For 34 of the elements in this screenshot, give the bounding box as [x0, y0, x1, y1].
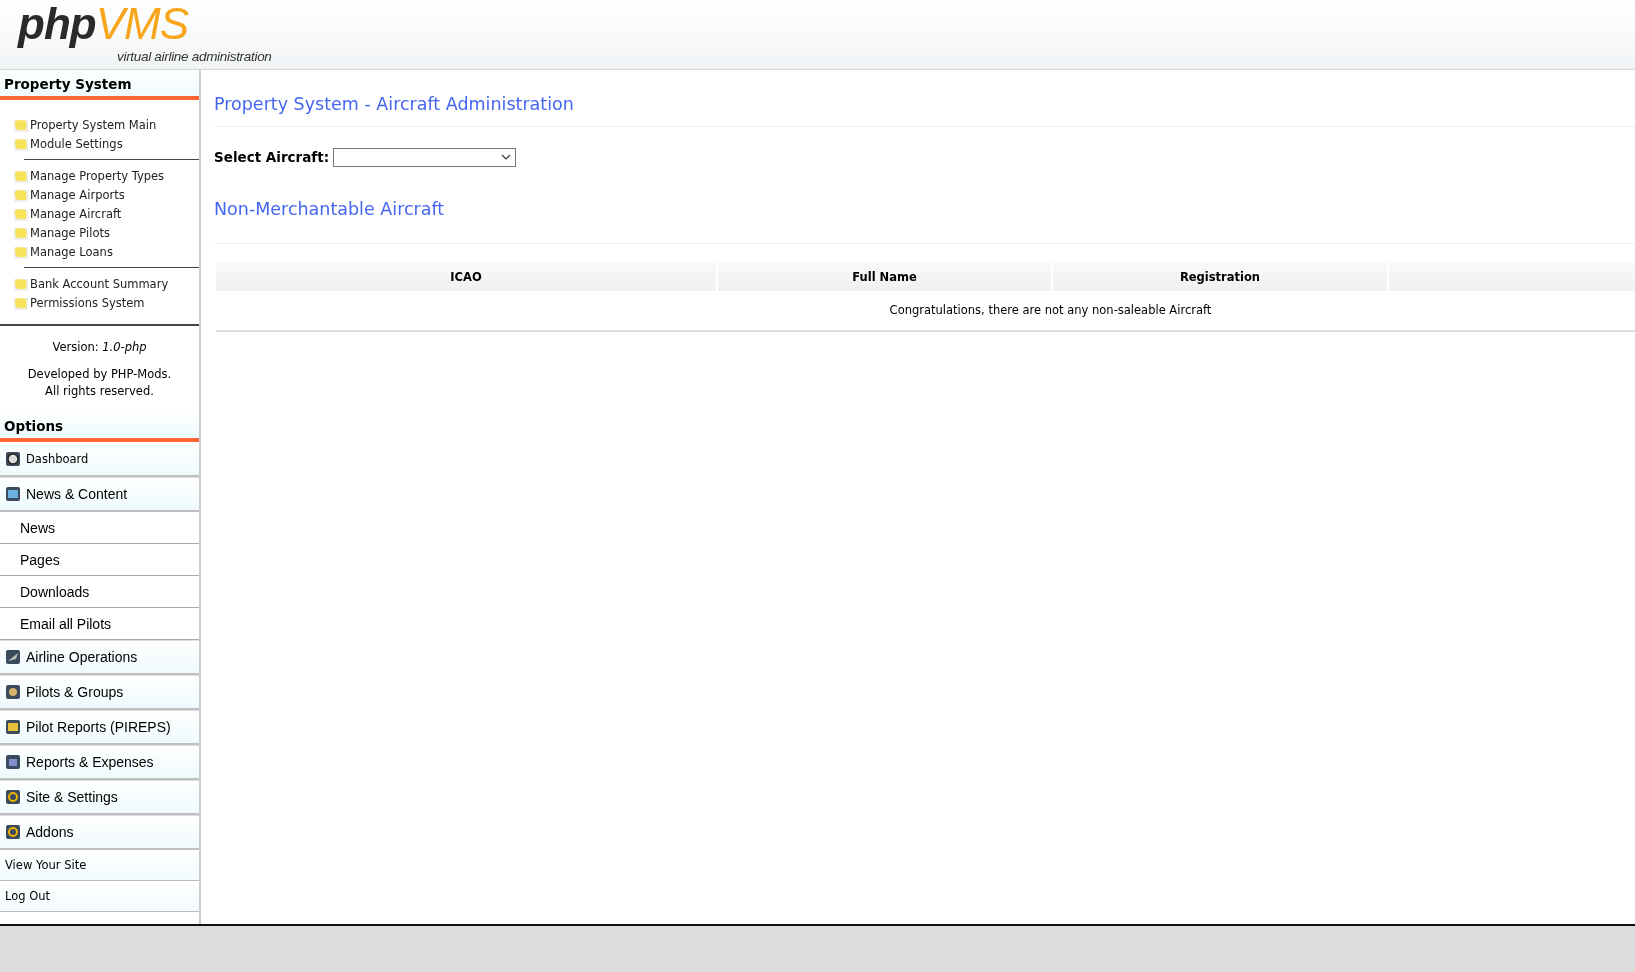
menu-item[interactable]: News [0, 512, 199, 544]
sidebar-link[interactable]: Bank Account Summary [0, 274, 199, 293]
credits-text: All rights reserved. [44, 383, 155, 400]
table-header-cell: Registration [1053, 262, 1387, 291]
sidebar-link[interactable]: Property System Main [0, 115, 199, 134]
sidebar-link[interactable]: Manage Airports [0, 185, 199, 204]
page-title: Property System - Aircraft Administration [214, 93, 575, 116]
sidebar-link[interactable]: Manage Loans [0, 242, 199, 261]
table-header-cell: ICAO [216, 262, 716, 291]
logo-wordmark: phpVMS [16, 0, 190, 48]
aircraft-dropdown[interactable] [333, 147, 517, 167]
menu-item[interactable]: Pages [0, 544, 199, 576]
menu-section[interactable]: Reports & Expenses [0, 745, 199, 780]
sidebar-link[interactable]: Manage Pilots [0, 223, 199, 242]
sidebar-link[interactable]: Manage Aircraft [0, 204, 199, 223]
select-label: Select Aircraft: [214, 149, 330, 165]
menu-section[interactable]: News & Content [0, 477, 199, 512]
sidebar-link[interactable]: Permissions System [0, 293, 199, 312]
credits-text: Developed by PHP-Mods. [26, 366, 173, 383]
menu-section[interactable]: Addons [0, 815, 199, 850]
gauge-icon [6, 451, 20, 466]
logo-tagline: virtual airline administration [117, 49, 272, 64]
version-text: Version: 1.0-php [51, 339, 148, 354]
menu-section[interactable]: Pilot Reports (PIREPS) [0, 710, 199, 745]
menu-section[interactable]: Site & Settings [0, 780, 199, 815]
empty-table-message: Congratulations, there are not any non-saleable Aircraft [888, 302, 1213, 319]
sidebar-link[interactable]: Module Settings [0, 134, 199, 153]
menu-section[interactable]: Airline Operations [0, 640, 199, 675]
table-header-cell: Full Name [718, 262, 1051, 291]
menu-item[interactable]: Downloads [0, 576, 199, 608]
chevron-down-icon [501, 154, 512, 160]
section-title: Non-Merchantable Aircraft [214, 198, 446, 221]
menu-section[interactable]: Pilots & Groups [0, 675, 199, 710]
sidebar-link[interactable]: Manage Property Types [0, 166, 199, 185]
